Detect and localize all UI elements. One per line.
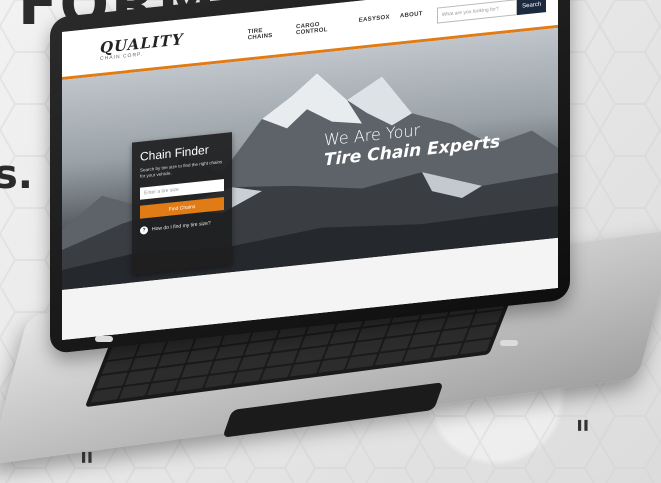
keyboard-key [380, 335, 412, 352]
keyboard-key [119, 383, 151, 400]
keyboard-key [261, 364, 293, 381]
keyboard-key [209, 357, 241, 374]
keyboard-key [96, 372, 128, 389]
laptop: ▌▌ ▌▌ QUALITY CHAIN CORP. TIRE CHAINS CA… [0, 0, 661, 483]
tire-size-help-link[interactable]: ? How do I find my tire size? [140, 218, 224, 235]
keyboard-key [243, 339, 276, 356]
keyboard-key [352, 339, 384, 355]
nav-easysox[interactable]: EASYSOX [359, 14, 390, 29]
keyboard-key [232, 368, 264, 385]
keyboard-key [187, 347, 219, 364]
help-link-label: How do I find my tire size? [152, 220, 211, 233]
keyboard-key [437, 328, 469, 344]
keyboard-key [414, 317, 446, 334]
keyboard-key [471, 310, 503, 326]
keyboard-key [346, 353, 378, 370]
keyboard-key [147, 379, 179, 396]
keyboard-key [181, 361, 213, 378]
keyboard-key [442, 313, 475, 330]
keyboard-key [431, 342, 463, 359]
main-nav: TIRE CHAINS CARGO CONTROL EASYSOX ABOUT [248, 11, 423, 41]
keyboard-key [460, 338, 492, 355]
keyboard-key [386, 321, 418, 338]
keyboard-key [266, 350, 298, 367]
nav-tire-chains[interactable]: TIRE CHAINS [248, 25, 286, 41]
keyboard-key [295, 346, 327, 363]
keyboard-key [318, 357, 350, 373]
keyboard-key [158, 351, 190, 367]
nav-cargo-control[interactable]: CARGO CONTROL [296, 18, 349, 36]
keyboard-key [357, 325, 389, 341]
keyboard-key [300, 332, 332, 349]
search-button[interactable]: Search [517, 0, 546, 15]
keyboard-key [130, 354, 162, 371]
screen: QUALITY CHAIN CORP. TIRE CHAINS CARGO CO… [62, 0, 558, 341]
port-mark-left: ▌▌ [82, 452, 95, 462]
keyboard-key [215, 343, 247, 360]
keyboard-key [101, 358, 133, 375]
search-input[interactable]: What are you looking for? [436, 0, 518, 24]
tire-size-input[interactable]: Enter a tire size [140, 178, 224, 200]
keyboard-key [329, 328, 361, 345]
question-icon: ? [140, 225, 148, 235]
keyboard-key [323, 342, 355, 359]
keyboard-key [403, 346, 435, 362]
keyboard-key [175, 375, 207, 392]
keyboard-key [204, 372, 236, 388]
hinge-right [500, 340, 518, 346]
keyboard-key [374, 349, 406, 366]
keyboard-key [289, 360, 321, 377]
find-chains-button[interactable]: Find Chains [140, 196, 224, 219]
keyboard-key [465, 324, 497, 341]
keyboard-key [90, 386, 122, 403]
keyboard-key [238, 354, 270, 370]
chain-finder-panel: Chain Finder Search by tire size to find… [132, 132, 232, 275]
port-mark-right: ▌▌ [578, 420, 591, 430]
keyboard-key [153, 365, 185, 382]
nav-about[interactable]: ABOUT [400, 11, 423, 25]
keyboard-key [124, 369, 156, 385]
hinge-left [95, 336, 113, 342]
keyboard-key [272, 336, 304, 352]
site-logo[interactable]: QUALITY CHAIN CORP. [100, 30, 184, 62]
keyboard-key [408, 331, 441, 348]
